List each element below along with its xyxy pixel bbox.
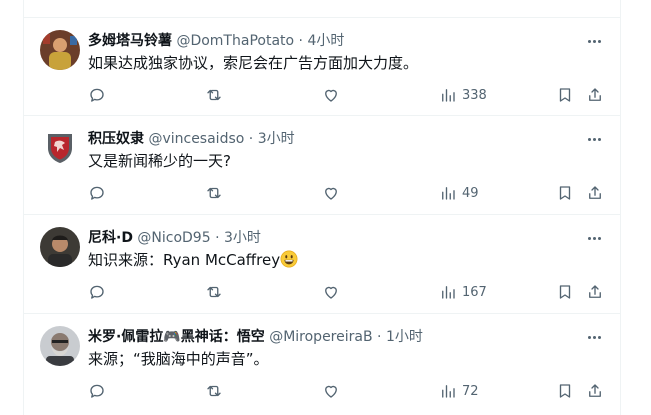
- heart-icon: [325, 89, 337, 102]
- timestamp[interactable]: 3小时: [258, 131, 295, 147]
- reply-icon: [90, 88, 104, 102]
- repost-button[interactable]: [205, 183, 223, 203]
- reply-button[interactable]: [88, 85, 106, 105]
- user-handle[interactable]: @MiropereiraB: [269, 329, 372, 345]
- action-bar: 72: [88, 381, 604, 401]
- view-count: 167: [462, 284, 487, 300]
- user-handle[interactable]: @NicoD95: [137, 230, 210, 246]
- action-bar: 167: [88, 282, 604, 302]
- tweet-text: 如果达成独家协议，索尼会在广告方面加大力度。: [88, 54, 419, 72]
- share-icon: [589, 88, 601, 101]
- avatar[interactable]: [40, 227, 80, 267]
- display-name[interactable]: 米罗·佩雷拉🎮黑神话：悟空: [88, 329, 265, 345]
- tweet-text: 知识来源：Ryan McCaffrey: [88, 251, 281, 269]
- tweet[interactable]: 米罗·佩雷拉🎮黑神话：悟空 @MiropereiraB · 1小时 来源；“我脑…: [24, 314, 620, 415]
- bookmark-button[interactable]: [556, 183, 574, 203]
- reply-button[interactable]: [88, 183, 106, 203]
- repost-button[interactable]: [205, 381, 223, 401]
- avatar[interactable]: [40, 326, 80, 366]
- timestamp[interactable]: 1小时: [386, 329, 423, 345]
- bookmark-button[interactable]: [556, 85, 574, 105]
- views-button[interactable]: 338: [439, 85, 487, 105]
- more-options-icon[interactable]: [584, 328, 604, 346]
- tweet[interactable]: 尼科·D @NicoD95 · 3小时 知识来源：Ryan McCaffrey …: [24, 215, 620, 314]
- tweet-text: 又是新闻稀少的一天?: [88, 152, 231, 170]
- view-count: 338: [462, 87, 487, 103]
- repost-button[interactable]: [205, 282, 223, 302]
- reply-button[interactable]: [88, 282, 106, 302]
- analytics-icon: [442, 286, 455, 299]
- avatar[interactable]: [40, 30, 80, 70]
- views-button[interactable]: 49: [439, 183, 479, 203]
- more-options-icon[interactable]: [584, 229, 604, 247]
- repost-button[interactable]: [205, 85, 223, 105]
- separator-dot: ·: [215, 230, 220, 246]
- tweet[interactable]: 多姆塔马铃薯 @DomThaPotato · 4小时 如果达成独家协议，索尼会在…: [24, 18, 620, 116]
- like-button[interactable]: [322, 282, 340, 302]
- repost-icon: [207, 286, 221, 298]
- display-name[interactable]: 多姆塔马铃薯: [88, 33, 172, 49]
- reply-icon: [90, 285, 104, 299]
- tweet-text-container: 知识来源：Ryan McCaffrey: [88, 250, 604, 273]
- analytics-icon: [442, 89, 455, 102]
- more-options-icon[interactable]: [584, 32, 604, 50]
- share-icon: [589, 186, 601, 199]
- like-button[interactable]: [322, 183, 340, 203]
- user-handle[interactable]: @DomThaPotato: [176, 33, 294, 49]
- display-name[interactable]: 尼科·D: [88, 230, 133, 246]
- bookmark-icon: [559, 384, 571, 398]
- reply-icon: [90, 186, 104, 200]
- analytics-icon: [442, 385, 455, 398]
- bookmark-button[interactable]: [556, 282, 574, 302]
- bookmark-icon: [559, 88, 571, 102]
- reply-icon: [90, 384, 104, 398]
- bookmark-icon: [559, 285, 571, 299]
- avatar[interactable]: [40, 128, 80, 168]
- bookmark-icon: [559, 186, 571, 200]
- views-button[interactable]: 72: [439, 381, 479, 401]
- like-button[interactable]: [322, 85, 340, 105]
- heart-icon: [325, 187, 337, 200]
- action-bar: 49: [88, 183, 604, 203]
- share-icon: [589, 384, 601, 397]
- share-button[interactable]: [586, 282, 604, 302]
- tweet-header: 积压奴隶 @vincesaidso · 3小时: [88, 129, 580, 149]
- share-icon: [589, 285, 601, 298]
- reply-button[interactable]: [88, 381, 106, 401]
- separator-dot: ·: [248, 131, 254, 147]
- tweet-text: 来源；“我脑海中的声音”。: [88, 350, 269, 368]
- action-bar: 338: [88, 85, 604, 105]
- share-button[interactable]: [586, 381, 604, 401]
- timestamp[interactable]: 4小时: [307, 33, 344, 49]
- more-options-icon[interactable]: [584, 130, 604, 148]
- tweet[interactable]: 积压奴隶 @vincesaidso · 3小时 又是新闻稀少的一天? 49: [24, 116, 620, 215]
- share-button[interactable]: [586, 85, 604, 105]
- grinning-face-emoji: [280, 250, 298, 273]
- separator-dot: ·: [377, 329, 382, 345]
- repost-icon: [207, 385, 221, 397]
- view-count: 49: [462, 185, 479, 201]
- views-button[interactable]: 167: [439, 282, 487, 302]
- tweet-header: 尼科·D @NicoD95 · 3小时: [88, 228, 580, 248]
- previous-tweet-edge: [24, 0, 620, 18]
- repost-icon: [207, 89, 221, 101]
- timeline-column: 多姆塔马铃薯 @DomThaPotato · 4小时 如果达成独家协议，索尼会在…: [23, 0, 621, 415]
- tweet-header: 米罗·佩雷拉🎮黑神话：悟空 @MiropereiraB · 1小时: [88, 327, 580, 347]
- analytics-icon: [442, 187, 455, 200]
- tweet-header: 多姆塔马铃薯 @DomThaPotato · 4小时: [88, 31, 580, 51]
- separator-dot: ·: [298, 33, 303, 49]
- like-button[interactable]: [322, 381, 340, 401]
- timestamp[interactable]: 3小时: [224, 230, 261, 246]
- repost-icon: [207, 187, 221, 199]
- display-name[interactable]: 积压奴隶: [88, 131, 144, 147]
- heart-icon: [325, 286, 337, 299]
- view-count: 72: [462, 383, 479, 399]
- user-handle[interactable]: @vincesaidso: [148, 131, 244, 147]
- bookmark-button[interactable]: [556, 381, 574, 401]
- share-button[interactable]: [586, 183, 604, 203]
- heart-icon: [325, 385, 337, 398]
